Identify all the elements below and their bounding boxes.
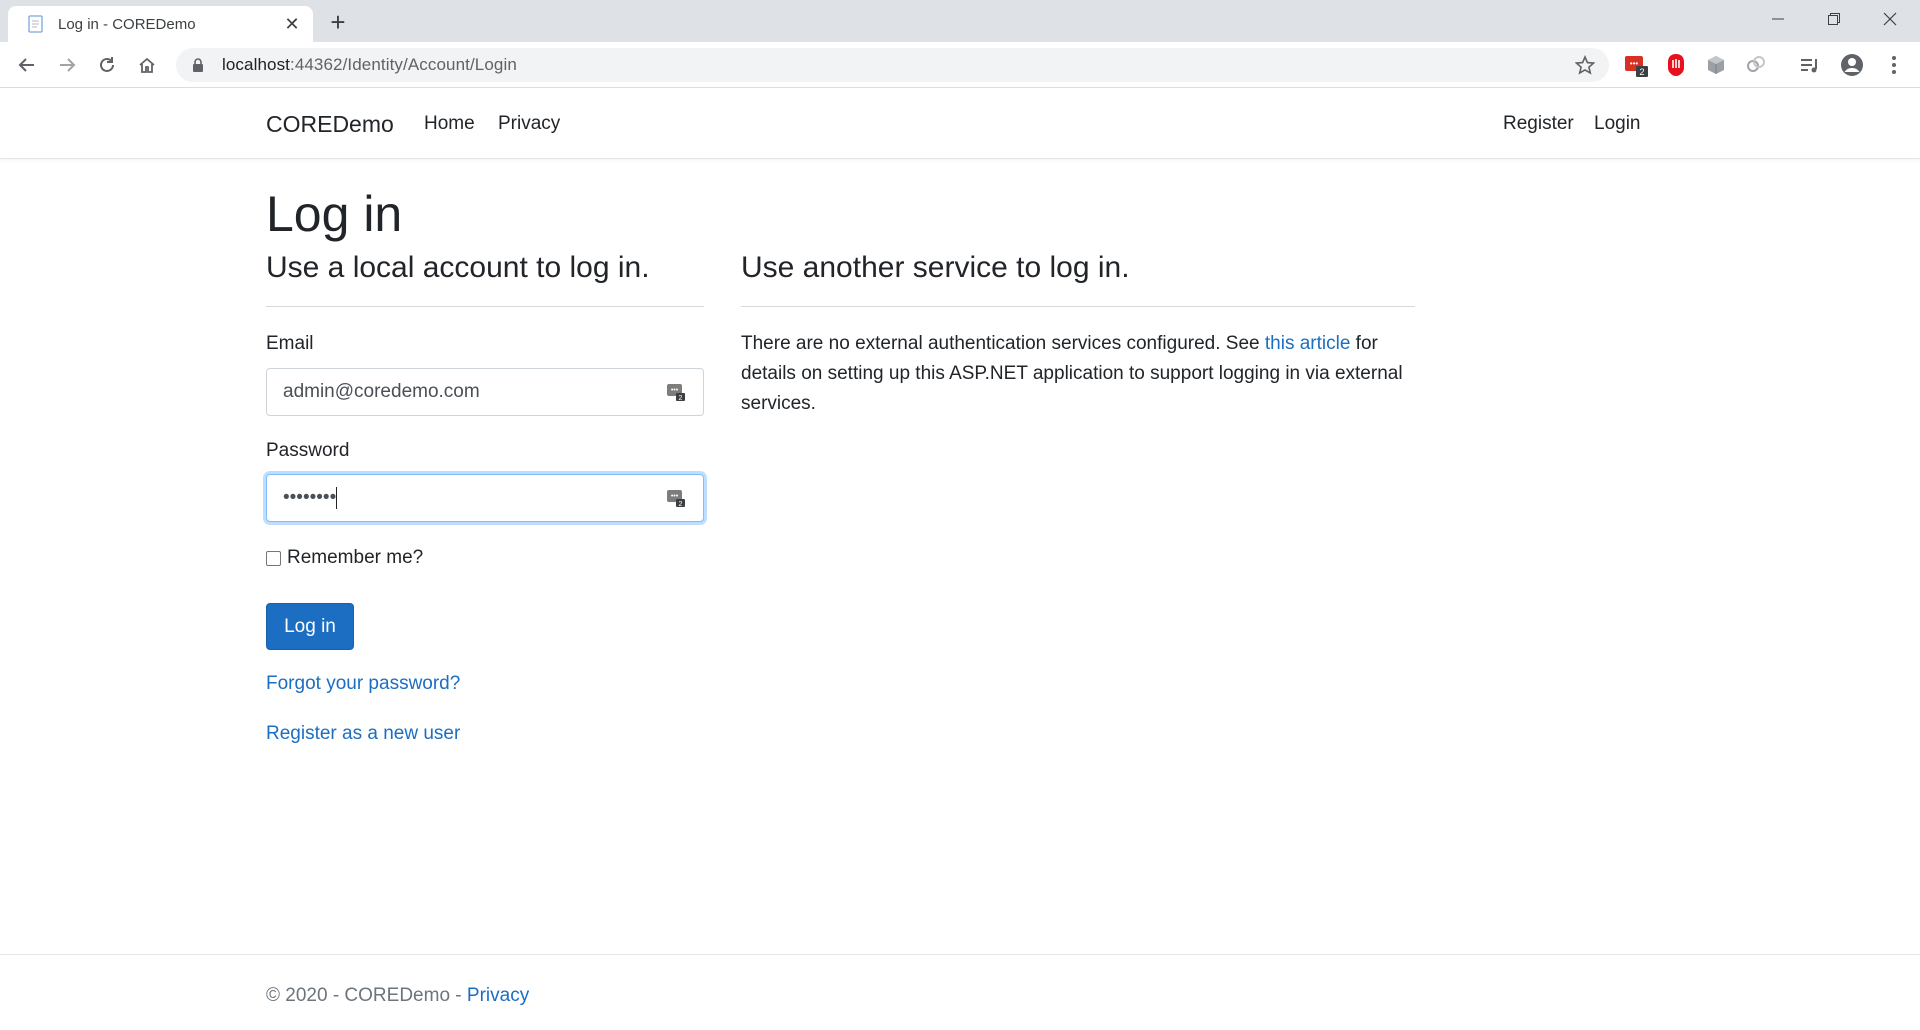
address-bar[interactable]: localhost:44362/Identity/Account/Login [176, 48, 1609, 82]
restore-window-icon[interactable] [1806, 0, 1862, 38]
url-path: :44362/Identity/Account/Login [290, 55, 517, 74]
home-icon[interactable] [132, 50, 162, 80]
footer-privacy-link[interactable]: Privacy [467, 985, 529, 1006]
footer-text: © 2020 - COREDemo - Privacy [266, 985, 529, 1007]
page-favicon-icon [26, 14, 46, 34]
nav-link-register[interactable]: Register [1503, 113, 1574, 135]
links-extension-icon[interactable] [1742, 51, 1770, 79]
cube-extension-icon[interactable] [1702, 51, 1730, 79]
password-manager-extension-icon[interactable]: ••• 2 [1622, 51, 1650, 79]
tab-title: Log in - COREDemo [58, 15, 196, 33]
browser-menu-icon[interactable] [1880, 51, 1908, 79]
local-divider [266, 306, 704, 307]
site-footer: © 2020 - COREDemo - Privacy [0, 954, 1920, 1030]
local-account-heading: Use a local account to log in. [266, 251, 650, 284]
forward-icon[interactable] [52, 50, 82, 80]
url-host: localhost [222, 55, 290, 74]
svg-text:2: 2 [679, 501, 683, 508]
this-article-link[interactable]: this article [1265, 333, 1351, 354]
close-window-icon[interactable] [1862, 0, 1918, 38]
svg-text:•••: ••• [671, 493, 679, 500]
remember-me-row: Remember me? [266, 547, 423, 569]
lock-icon[interactable] [190, 57, 206, 73]
password-manager-fill-icon[interactable]: ••• 2 [665, 487, 687, 509]
url-text: localhost:44362/Identity/Account/Login [222, 55, 517, 75]
page-title: Log in [266, 186, 403, 242]
password-field[interactable]: •••••••• ••• 2 [266, 474, 704, 522]
remember-me-label[interactable]: Remember me? [287, 547, 423, 569]
bookmark-star-icon[interactable] [1573, 53, 1597, 77]
browser-toolbar: localhost:44362/Identity/Account/Login •… [0, 42, 1920, 88]
close-tab-icon[interactable]: ✕ [281, 13, 303, 35]
email-value: admin@coredemo.com [283, 381, 480, 402]
login-submit-button[interactable]: Log in [266, 603, 354, 650]
adblock-extension-icon[interactable] [1662, 51, 1690, 79]
external-divider [741, 306, 1415, 307]
new-tab-button[interactable]: + [324, 8, 352, 36]
nav-link-privacy[interactable]: Privacy [498, 113, 560, 135]
browser-tab-strip: Log in - COREDemo ✕ + [0, 0, 1920, 42]
register-new-user-link[interactable]: Register as a new user [266, 723, 460, 745]
remember-me-checkbox[interactable] [266, 550, 281, 566]
external-auth-message: There are no external authentication ser… [741, 329, 1431, 419]
browser-tab[interactable]: Log in - COREDemo ✕ [8, 6, 313, 42]
text-caret [336, 486, 338, 509]
password-value: •••••••• [283, 487, 337, 508]
media-queue-icon[interactable] [1796, 51, 1824, 79]
back-icon[interactable] [12, 50, 42, 80]
reload-icon[interactable] [92, 50, 122, 80]
password-label: Password [266, 440, 350, 461]
svg-text:•••: ••• [671, 387, 679, 394]
profile-avatar-icon[interactable] [1838, 51, 1866, 79]
password-manager-fill-icon[interactable]: ••• 2 [665, 381, 687, 403]
web-page: COREDemo Home Privacy Register Login Log… [0, 89, 1920, 1030]
nav-link-home[interactable]: Home [424, 113, 475, 135]
footer-copyright: © 2020 - COREDemo - [266, 985, 467, 1006]
svg-text:2: 2 [679, 395, 683, 402]
minimize-window-icon[interactable] [1750, 0, 1806, 38]
extension-badge: 2 [1639, 67, 1644, 77]
password-value-wrapper: •••••••• [283, 486, 665, 509]
external-service-heading: Use another service to log in. [741, 251, 1130, 284]
email-field[interactable]: admin@coredemo.com ••• 2 [266, 368, 704, 416]
email-label: Email [266, 333, 314, 354]
external-text-start: There are no external authentication ser… [741, 333, 1265, 354]
site-navbar: COREDemo Home Privacy Register Login [0, 89, 1920, 159]
nav-link-login[interactable]: Login [1594, 113, 1641, 135]
forgot-password-link[interactable]: Forgot your password? [266, 673, 460, 695]
brand-link[interactable]: COREDemo [266, 111, 394, 138]
